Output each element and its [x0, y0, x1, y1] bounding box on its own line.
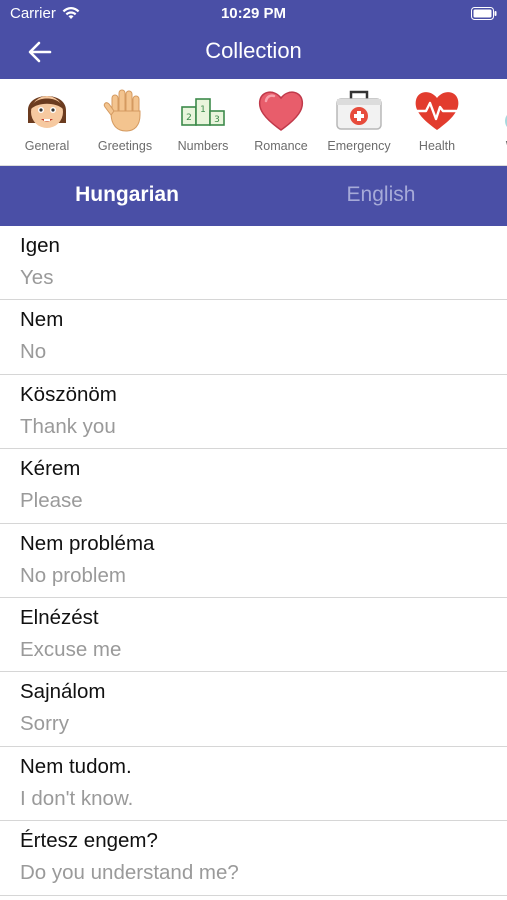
- app-header: Carrier 10:29 PM Collection: [0, 0, 507, 79]
- language-tabs: Hungarian English: [0, 166, 507, 226]
- phrase-row[interactable]: Sajnálom Sorry: [0, 672, 507, 747]
- svg-text:2: 2: [186, 113, 192, 123]
- phrase-hungarian: Értesz engem?: [20, 829, 158, 853]
- svg-text:1: 1: [200, 105, 206, 115]
- phrase-row[interactable]: Értesz engem? Do you understand me?: [0, 821, 507, 896]
- phrase-hungarian: Nem probléma: [20, 531, 155, 555]
- waving-hand-icon: [103, 89, 141, 132]
- phrase-row[interactable]: Elnézést Excuse me: [0, 598, 507, 673]
- battery-icon: [471, 7, 497, 20]
- category-label: Romance: [254, 139, 308, 153]
- phrase-hungarian: Elnézést: [20, 605, 99, 629]
- heart-icon: [258, 91, 304, 131]
- partial-icon: [505, 115, 507, 127]
- phrase-row[interactable]: Kérem Please: [0, 449, 507, 524]
- heartbeat-icon: [414, 92, 460, 130]
- phrase-row[interactable]: Nem probléma No problem: [0, 524, 507, 598]
- category-label: We: [472, 139, 507, 153]
- category-label: Greetings: [97, 139, 153, 153]
- category-label: Health: [418, 139, 456, 153]
- phrase-row[interactable]: Nem No: [0, 300, 507, 375]
- status-bar: Carrier 10:29 PM: [0, 0, 507, 28]
- face-icon: [27, 96, 67, 128]
- category-health[interactable]: Health: [398, 79, 476, 165]
- svg-text:3: 3: [214, 115, 220, 125]
- phrase-hungarian: Kérem: [20, 457, 81, 481]
- category-label: Emergency: [327, 139, 391, 153]
- phrase-english: Thank you: [20, 414, 116, 438]
- category-emergency[interactable]: Emergency: [320, 79, 398, 165]
- tab-hungarian[interactable]: Hungarian: [0, 166, 254, 226]
- category-bar[interactable]: General Greetings 2 1 3 Numbers Romance …: [0, 79, 507, 166]
- phrase-english: Yes: [20, 266, 54, 289]
- category-greetings[interactable]: Greetings: [86, 79, 164, 165]
- phrase-hungarian: Köszönöm: [20, 382, 117, 406]
- phrase-hungarian: Sajnálom: [20, 680, 106, 704]
- phrase-english: Excuse me: [20, 637, 122, 661]
- phrase-list: Igen Yes Nem No Köszönöm Thank you Kérem…: [0, 226, 507, 896]
- phrase-english: Please: [20, 489, 83, 513]
- phrase-english: Sorry: [20, 712, 69, 736]
- phrase-english: I don't know.: [20, 786, 134, 810]
- category-general[interactable]: General: [8, 79, 86, 165]
- phrase-english: No: [20, 340, 47, 364]
- phrase-row[interactable]: Nem tudom. I don't know.: [0, 747, 507, 822]
- tab-english[interactable]: English: [254, 166, 507, 226]
- phrase-hungarian: Igen: [20, 234, 60, 257]
- phrase-row[interactable]: Köszönöm Thank you: [0, 375, 507, 450]
- category-numbers[interactable]: 2 1 3 Numbers: [164, 79, 242, 165]
- phrase-hungarian: Nem: [20, 308, 64, 332]
- podium-icon: 2 1 3: [181, 98, 225, 126]
- phrase-english: No problem: [20, 563, 126, 587]
- first-aid-kit-icon: [336, 90, 382, 130]
- category-label: General: [24, 139, 70, 153]
- phrase-row[interactable]: Igen Yes: [0, 226, 507, 301]
- phrase-english: Do you understand me?: [20, 861, 239, 885]
- status-time: 10:29 PM: [220, 5, 287, 22]
- page-title: Collection: [205, 38, 302, 63]
- phrase-hungarian: Nem tudom.: [20, 754, 132, 778]
- category-romance[interactable]: Romance: [242, 79, 320, 165]
- category-partial[interactable]: We: [476, 79, 507, 165]
- category-label: Numbers: [177, 139, 229, 153]
